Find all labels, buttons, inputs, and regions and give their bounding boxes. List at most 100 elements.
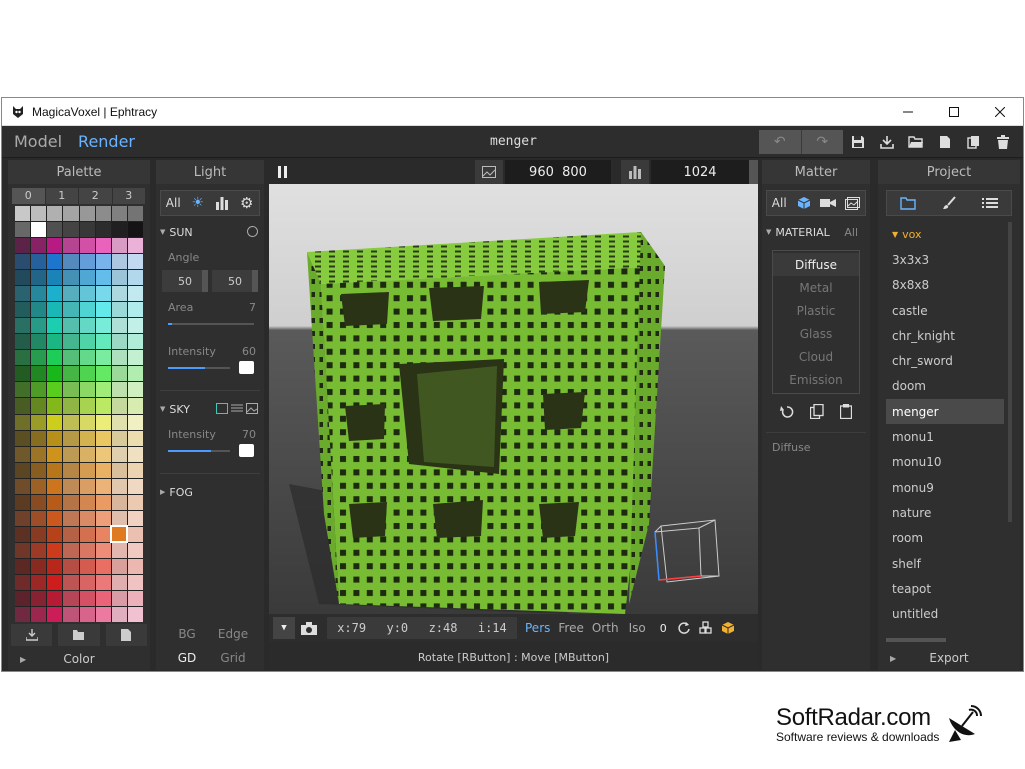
palette-swatch[interactable] xyxy=(127,494,143,510)
palette-swatch[interactable] xyxy=(95,590,111,606)
palette-swatch[interactable] xyxy=(111,270,127,286)
palette-swatch[interactable] xyxy=(79,238,95,254)
project-file-item[interactable]: 3x3x3 xyxy=(886,247,1004,272)
palette-swatch[interactable] xyxy=(31,446,47,462)
palette-swatch[interactable] xyxy=(47,270,63,286)
palette-swatch[interactable] xyxy=(15,558,31,574)
resolution-input[interactable]: 960 800 xyxy=(505,160,611,184)
palette-swatch[interactable] xyxy=(127,270,143,286)
palette-swatch[interactable] xyxy=(47,398,63,414)
palette-swatch[interactable] xyxy=(15,334,31,350)
color-section-toggle[interactable]: ▶ Color xyxy=(8,648,150,670)
palette-swatch[interactable] xyxy=(47,606,63,622)
palette-swatch[interactable] xyxy=(63,382,79,398)
palette-swatch[interactable] xyxy=(31,382,47,398)
palette-swatch[interactable] xyxy=(47,222,63,238)
minimize-button[interactable] xyxy=(885,98,931,126)
sky-section[interactable]: ▼ SKY xyxy=(156,399,264,419)
palette-swatch[interactable] xyxy=(127,462,143,478)
palette-swatch[interactable] xyxy=(31,206,47,222)
palette-swatch[interactable] xyxy=(63,270,79,286)
layout-button[interactable] xyxy=(699,621,713,635)
palette-swatch[interactable] xyxy=(127,206,143,222)
palette-swatch[interactable] xyxy=(79,366,95,382)
matter-filter-all[interactable]: All xyxy=(767,191,792,215)
palette-open-button[interactable] xyxy=(58,624,100,646)
palette-swatch[interactable] xyxy=(47,302,63,318)
angle-input-1[interactable]: 50 xyxy=(162,270,208,292)
palette-swatch[interactable] xyxy=(95,270,111,286)
palette-swatch[interactable] xyxy=(15,382,31,398)
palette-swatch[interactable] xyxy=(111,366,127,382)
palette-swatch[interactable] xyxy=(95,510,111,526)
toggle-edge[interactable]: Edge xyxy=(210,622,256,646)
palette-swatch[interactable] xyxy=(47,574,63,590)
palette-tab-3[interactable]: 3 xyxy=(112,188,145,204)
palette-swatch[interactable] xyxy=(63,286,79,302)
palette-swatch[interactable] xyxy=(111,238,127,254)
palette-swatch[interactable] xyxy=(63,510,79,526)
palette-swatch[interactable] xyxy=(79,558,95,574)
palette-swatch[interactable] xyxy=(31,574,47,590)
download-button[interactable] xyxy=(872,130,901,154)
screenshot-button[interactable] xyxy=(295,617,323,639)
palette-swatch[interactable] xyxy=(47,366,63,382)
palette-swatch[interactable] xyxy=(79,574,95,590)
viewport-menu-button[interactable]: ▼ xyxy=(273,617,295,639)
palette-swatch[interactable] xyxy=(31,286,47,302)
palette-swatch[interactable] xyxy=(127,366,143,382)
palette-swatch[interactable] xyxy=(111,430,127,446)
palette-swatch[interactable] xyxy=(15,238,31,254)
palette-swatch[interactable] xyxy=(95,350,111,366)
palette-swatch[interactable] xyxy=(47,350,63,366)
light-filter-sun[interactable]: ☀ xyxy=(186,191,211,215)
undo-button[interactable]: ↶ xyxy=(759,130,801,154)
matter-filter-image[interactable] xyxy=(841,191,866,215)
palette-swatch[interactable] xyxy=(63,430,79,446)
palette-swatch[interactable] xyxy=(95,606,111,622)
open-button[interactable] xyxy=(901,130,930,154)
material-paste-button[interactable] xyxy=(839,404,853,422)
palette-swatch[interactable] xyxy=(79,318,95,334)
palette-swatch[interactable] xyxy=(31,494,47,510)
palette-swatch[interactable] xyxy=(127,446,143,462)
project-list-view[interactable] xyxy=(970,191,1011,215)
palette-swatch[interactable] xyxy=(127,414,143,430)
material-plastic[interactable]: Plastic xyxy=(773,299,859,322)
project-file-item[interactable]: untitled xyxy=(886,601,1004,626)
project-file-item[interactable]: teapot xyxy=(886,576,1004,601)
project-folder-view[interactable] xyxy=(887,191,929,215)
palette-swatch[interactable] xyxy=(127,318,143,334)
project-file-item[interactable]: shelf xyxy=(886,551,1004,576)
project-file-item[interactable]: doom xyxy=(886,374,1004,399)
palette-swatch[interactable] xyxy=(63,254,79,270)
projection-orth[interactable]: Orth xyxy=(592,621,619,635)
palette-swatch[interactable] xyxy=(63,462,79,478)
palette-swatch[interactable] xyxy=(31,478,47,494)
palette-swatch[interactable] xyxy=(63,318,79,334)
toggle-bg[interactable]: BG xyxy=(164,622,210,646)
palette-swatch[interactable] xyxy=(47,510,63,526)
palette-swatch[interactable] xyxy=(79,526,95,542)
palette-swatch[interactable] xyxy=(63,446,79,462)
project-scrollbar[interactable] xyxy=(1008,222,1012,522)
palette-swatch[interactable] xyxy=(127,334,143,350)
material-emission[interactable]: Emission xyxy=(773,368,859,391)
palette-swatch[interactable] xyxy=(111,398,127,414)
palette-swatch[interactable] xyxy=(127,510,143,526)
palette-swatch[interactable] xyxy=(127,542,143,558)
material-section[interactable]: ▼ MATERIAL All xyxy=(762,222,870,242)
palette-swatch[interactable] xyxy=(95,286,111,302)
palette-swatch[interactable] xyxy=(127,398,143,414)
palette-swatch[interactable] xyxy=(47,382,63,398)
palette-swatch[interactable] xyxy=(95,318,111,334)
palette-swatch[interactable] xyxy=(127,238,143,254)
palette-swatch[interactable] xyxy=(79,606,95,622)
palette-swatch[interactable] xyxy=(47,494,63,510)
material-all[interactable]: All xyxy=(844,226,858,239)
palette-swatch[interactable] xyxy=(63,302,79,318)
palette-swatch[interactable] xyxy=(79,382,95,398)
palette-swatch[interactable] xyxy=(79,254,95,270)
palette-new-button[interactable] xyxy=(105,624,147,646)
palette-tab-2[interactable]: 2 xyxy=(79,188,112,204)
